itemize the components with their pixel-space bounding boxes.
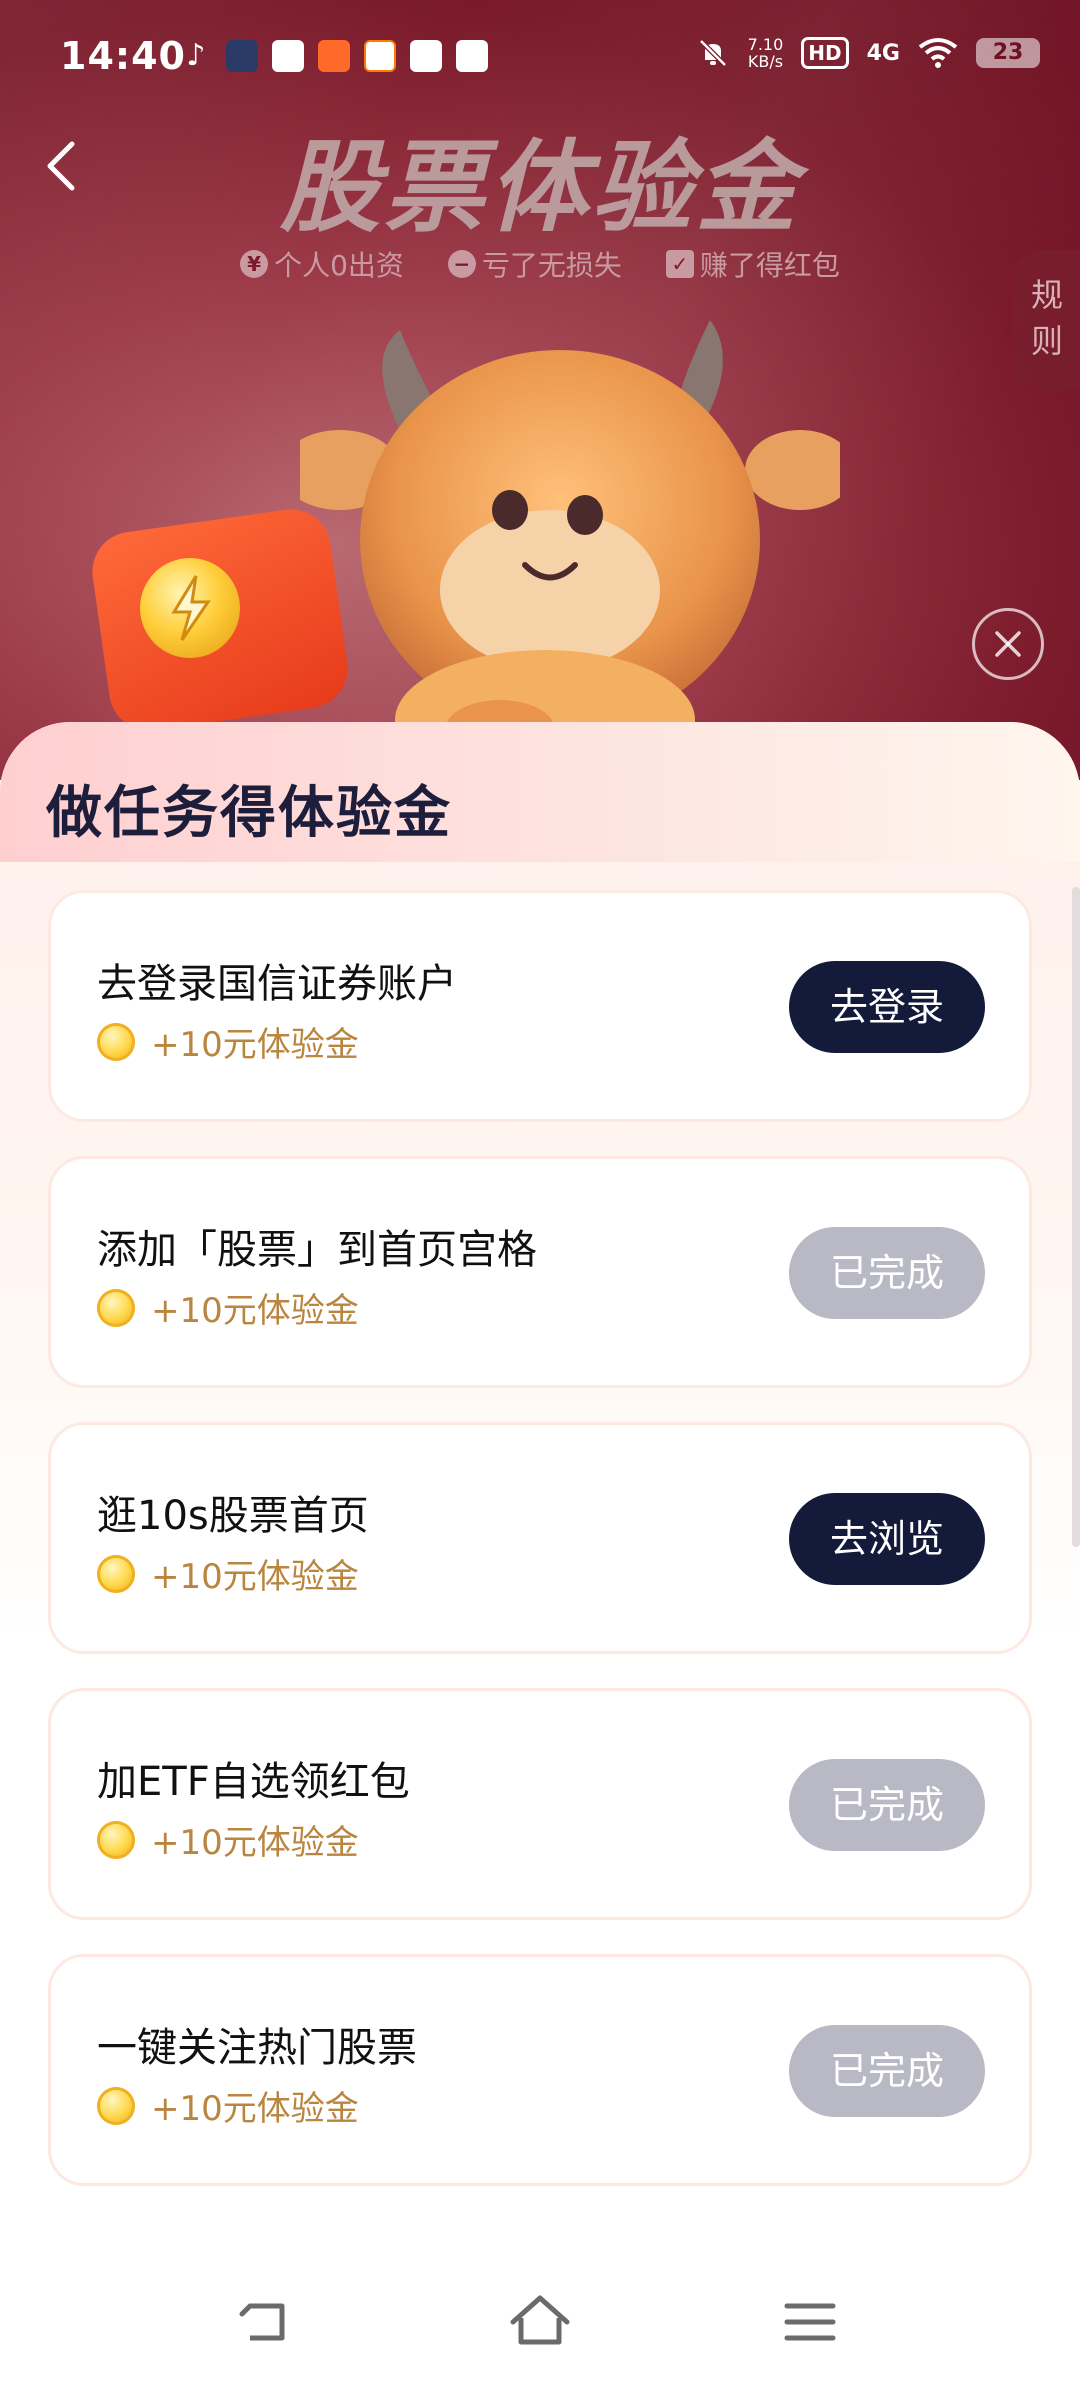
feature-item: − 亏了无损失 [447, 244, 622, 284]
completed-task-button[interactable]: 已完成 [789, 1227, 985, 1319]
close-button[interactable] [972, 608, 1044, 680]
login-task-button[interactable]: 去登录 [789, 961, 985, 1053]
speed-value: 7.10 [747, 35, 784, 54]
completed-task-button[interactable]: 已完成 [789, 2025, 985, 2117]
task-card: 一键关注热门股票 +10元体验金 已完成 [48, 1954, 1032, 2186]
panel-title: 做任务得体验金 [46, 781, 452, 846]
reward-text: +10元体验金 [151, 1557, 359, 1597]
task-card: 去登录国信证券账户 +10元体验金 去登录 [48, 890, 1032, 1122]
network-speed: 7.10 KB/s [748, 36, 784, 70]
task-name: 加ETF自选领红包 [97, 1759, 410, 1805]
back-nav-icon [239, 2303, 285, 2341]
feature-label: 个人0出资 [274, 249, 404, 282]
network-type: 4G [866, 40, 900, 66]
navigation-bar [0, 2252, 1080, 2400]
coin-icon [97, 2086, 135, 2125]
page-title: 股票体验金 [280, 129, 800, 246]
home-nav-icon [510, 2295, 570, 2345]
coin-icon [97, 1022, 135, 1061]
app-icon-5 [410, 40, 442, 72]
task-card: 添加「股票」到首页宫格 +10元体验金 已完成 [48, 1156, 1032, 1388]
nav-home-button[interactable] [505, 2292, 575, 2352]
minus-icon: − [447, 250, 476, 278]
task-card: 逛10s股票首页 +10元体验金 去浏览 [48, 1422, 1032, 1654]
wifi-icon [918, 38, 958, 68]
bull-mascot-illustration [300, 320, 840, 760]
reward-text: +10元体验金 [151, 1025, 359, 1065]
feature-label: 亏了无损失 [481, 249, 622, 282]
nav-back-button[interactable] [232, 2292, 302, 2352]
task-reward: +10元体验金 [97, 1549, 359, 1598]
feature-label: 赚了得红包 [699, 249, 840, 282]
notification-icons: ♪ [180, 40, 488, 72]
menu-nav-icon [784, 2303, 836, 2341]
speed-unit: KB/s [747, 52, 784, 71]
status-bar: 14:40 ♪ 7.10 KB/s HD 4G 23 [0, 0, 1080, 110]
task-name: 逛10s股票首页 [97, 1493, 369, 1539]
app-icon-6 [456, 40, 488, 72]
battery-icon: 23 [976, 38, 1040, 68]
task-panel: 做任务得体验金 去登录国信证券账户 +10元体验金 去登录 添加「股票」到首页宫… [0, 722, 1080, 2252]
coin-icon [97, 1554, 135, 1593]
video-app-icon [272, 40, 304, 72]
coin-icon [97, 1288, 135, 1327]
task-name: 添加「股票」到首页宫格 [97, 1227, 537, 1273]
task-reward: +10元体验金 [97, 1283, 359, 1332]
completed-task-button[interactable]: 已完成 [789, 1759, 985, 1851]
yen-icon: ¥ [240, 250, 269, 278]
task-name: 去登录国信证券账户 [97, 961, 457, 1007]
system-icons: 7.10 KB/s HD 4G 23 [696, 36, 1040, 70]
rules-tab[interactable]: 规 则 [1014, 250, 1080, 390]
feature-item: ¥ 个人0出资 [240, 244, 404, 284]
mute-bell-icon [698, 39, 727, 67]
hd-icon: HD [801, 37, 849, 69]
red-packet-icon: ✓ [665, 250, 694, 278]
task-reward: +10元体验金 [97, 1815, 359, 1864]
feature-item: ✓ 赚了得红包 [665, 244, 840, 284]
rules-tab-char: 规 [1030, 276, 1063, 314]
reward-text: +10元体验金 [151, 1291, 359, 1331]
lightning-coin-illustration [140, 558, 240, 658]
scrollbar[interactable] [1072, 887, 1080, 1547]
close-icon [995, 631, 1021, 657]
app-icon-3 [318, 40, 350, 72]
music-note-icon: ♪ [186, 38, 206, 73]
screen: 14:40 ♪ 7.10 KB/s HD 4G 23 股票体验金 ¥ 个人0出资… [0, 0, 1080, 2400]
reward-text: +10元体验金 [151, 1823, 359, 1863]
feature-list: ¥ 个人0出资 − 亏了无损失 ✓ 赚了得红包 [0, 244, 1080, 284]
app-icon-1 [226, 40, 258, 72]
task-name: 一键关注热门股票 [97, 2025, 417, 2071]
rules-tab-char: 则 [1030, 322, 1063, 360]
browse-task-button[interactable]: 去浏览 [789, 1493, 985, 1585]
nav-menu-button[interactable] [775, 2292, 845, 2352]
task-reward: +10元体验金 [97, 1017, 359, 1066]
reward-text: +10元体验金 [151, 2089, 359, 2129]
coin-icon [97, 1820, 135, 1859]
task-reward: +10元体验金 [97, 2081, 359, 2130]
clock: 14:40 [60, 34, 186, 78]
task-card: 加ETF自选领红包 +10元体验金 已完成 [48, 1688, 1032, 1920]
app-58-icon [364, 40, 396, 72]
